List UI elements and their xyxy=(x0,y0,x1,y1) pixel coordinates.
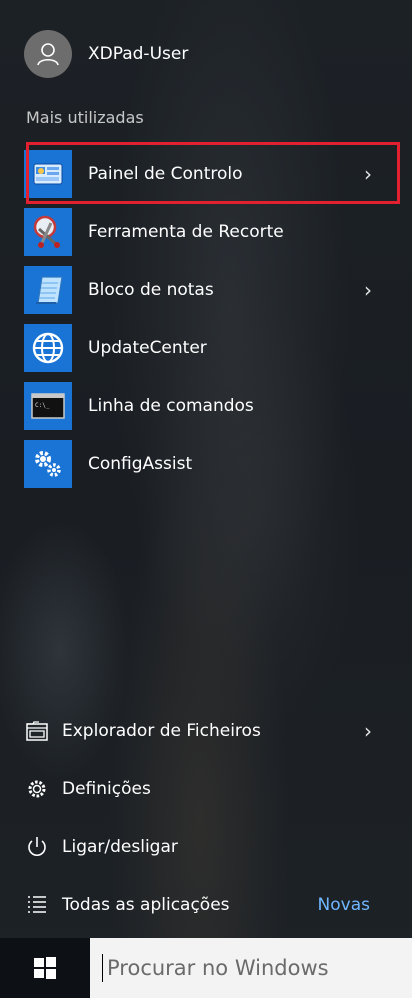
power-label: Ligar/desligar xyxy=(62,837,178,857)
taskbar: Procurar no Windows xyxy=(0,938,412,998)
notepad-icon xyxy=(24,266,72,314)
settings-label: Definições xyxy=(62,779,151,799)
app-linha-de-comandos[interactable]: C:\_ Linha de comandos xyxy=(24,378,396,434)
new-badge: Novas xyxy=(317,895,370,915)
all-apps-list-icon xyxy=(24,892,50,918)
text-caret xyxy=(102,954,103,982)
file-explorer-label: Explorador de Ficheiros xyxy=(62,721,261,741)
chevron-right-icon[interactable]: › xyxy=(364,721,372,741)
power-item[interactable]: Ligar/desligar xyxy=(24,822,396,872)
file-explorer-item[interactable]: Explorador de Ficheiros › xyxy=(24,706,396,756)
app-label: Ferramenta de Recorte xyxy=(88,222,284,242)
all-apps-item[interactable]: Todas as aplicações Novas xyxy=(24,880,396,930)
power-icon xyxy=(24,834,50,860)
start-menu: XDPad-User Mais utilizadas Painel de Con… xyxy=(0,0,412,998)
app-configassist[interactable]: ConfigAssist xyxy=(24,436,396,492)
command-prompt-icon: C:\_ xyxy=(24,382,72,430)
most-used-heading: Mais utilizadas xyxy=(26,108,144,127)
search-box[interactable]: Procurar no Windows xyxy=(90,938,412,998)
chevron-right-icon[interactable]: › xyxy=(364,280,372,300)
app-label: UpdateCenter xyxy=(88,338,207,358)
selection-highlight xyxy=(26,142,400,204)
file-explorer-icon xyxy=(24,718,50,744)
search-placeholder: Procurar no Windows xyxy=(107,956,329,980)
svg-text:C:\_: C:\_ xyxy=(35,402,50,409)
app-label: ConfigAssist xyxy=(88,454,193,474)
app-updatecenter[interactable]: UpdateCenter xyxy=(24,320,396,376)
app-label: Bloco de notas xyxy=(88,280,214,300)
settings-gear-icon xyxy=(24,776,50,802)
globe-icon xyxy=(24,324,72,372)
snipping-tool-icon xyxy=(24,208,72,256)
start-button[interactable] xyxy=(8,938,82,998)
app-ferramenta-de-recorte[interactable]: Ferramenta de Recorte xyxy=(24,204,396,260)
app-bloco-de-notas[interactable]: Bloco de notas › xyxy=(24,262,396,318)
user-account-button[interactable]: XDPad-User xyxy=(24,26,188,82)
windows-logo-icon xyxy=(34,957,56,979)
gears-icon xyxy=(24,440,72,488)
user-avatar-icon xyxy=(24,30,72,78)
settings-item[interactable]: Definições xyxy=(24,764,396,814)
all-apps-label: Todas as aplicações xyxy=(62,895,230,915)
user-name: XDPad-User xyxy=(88,44,189,64)
app-label: Linha de comandos xyxy=(88,396,254,416)
